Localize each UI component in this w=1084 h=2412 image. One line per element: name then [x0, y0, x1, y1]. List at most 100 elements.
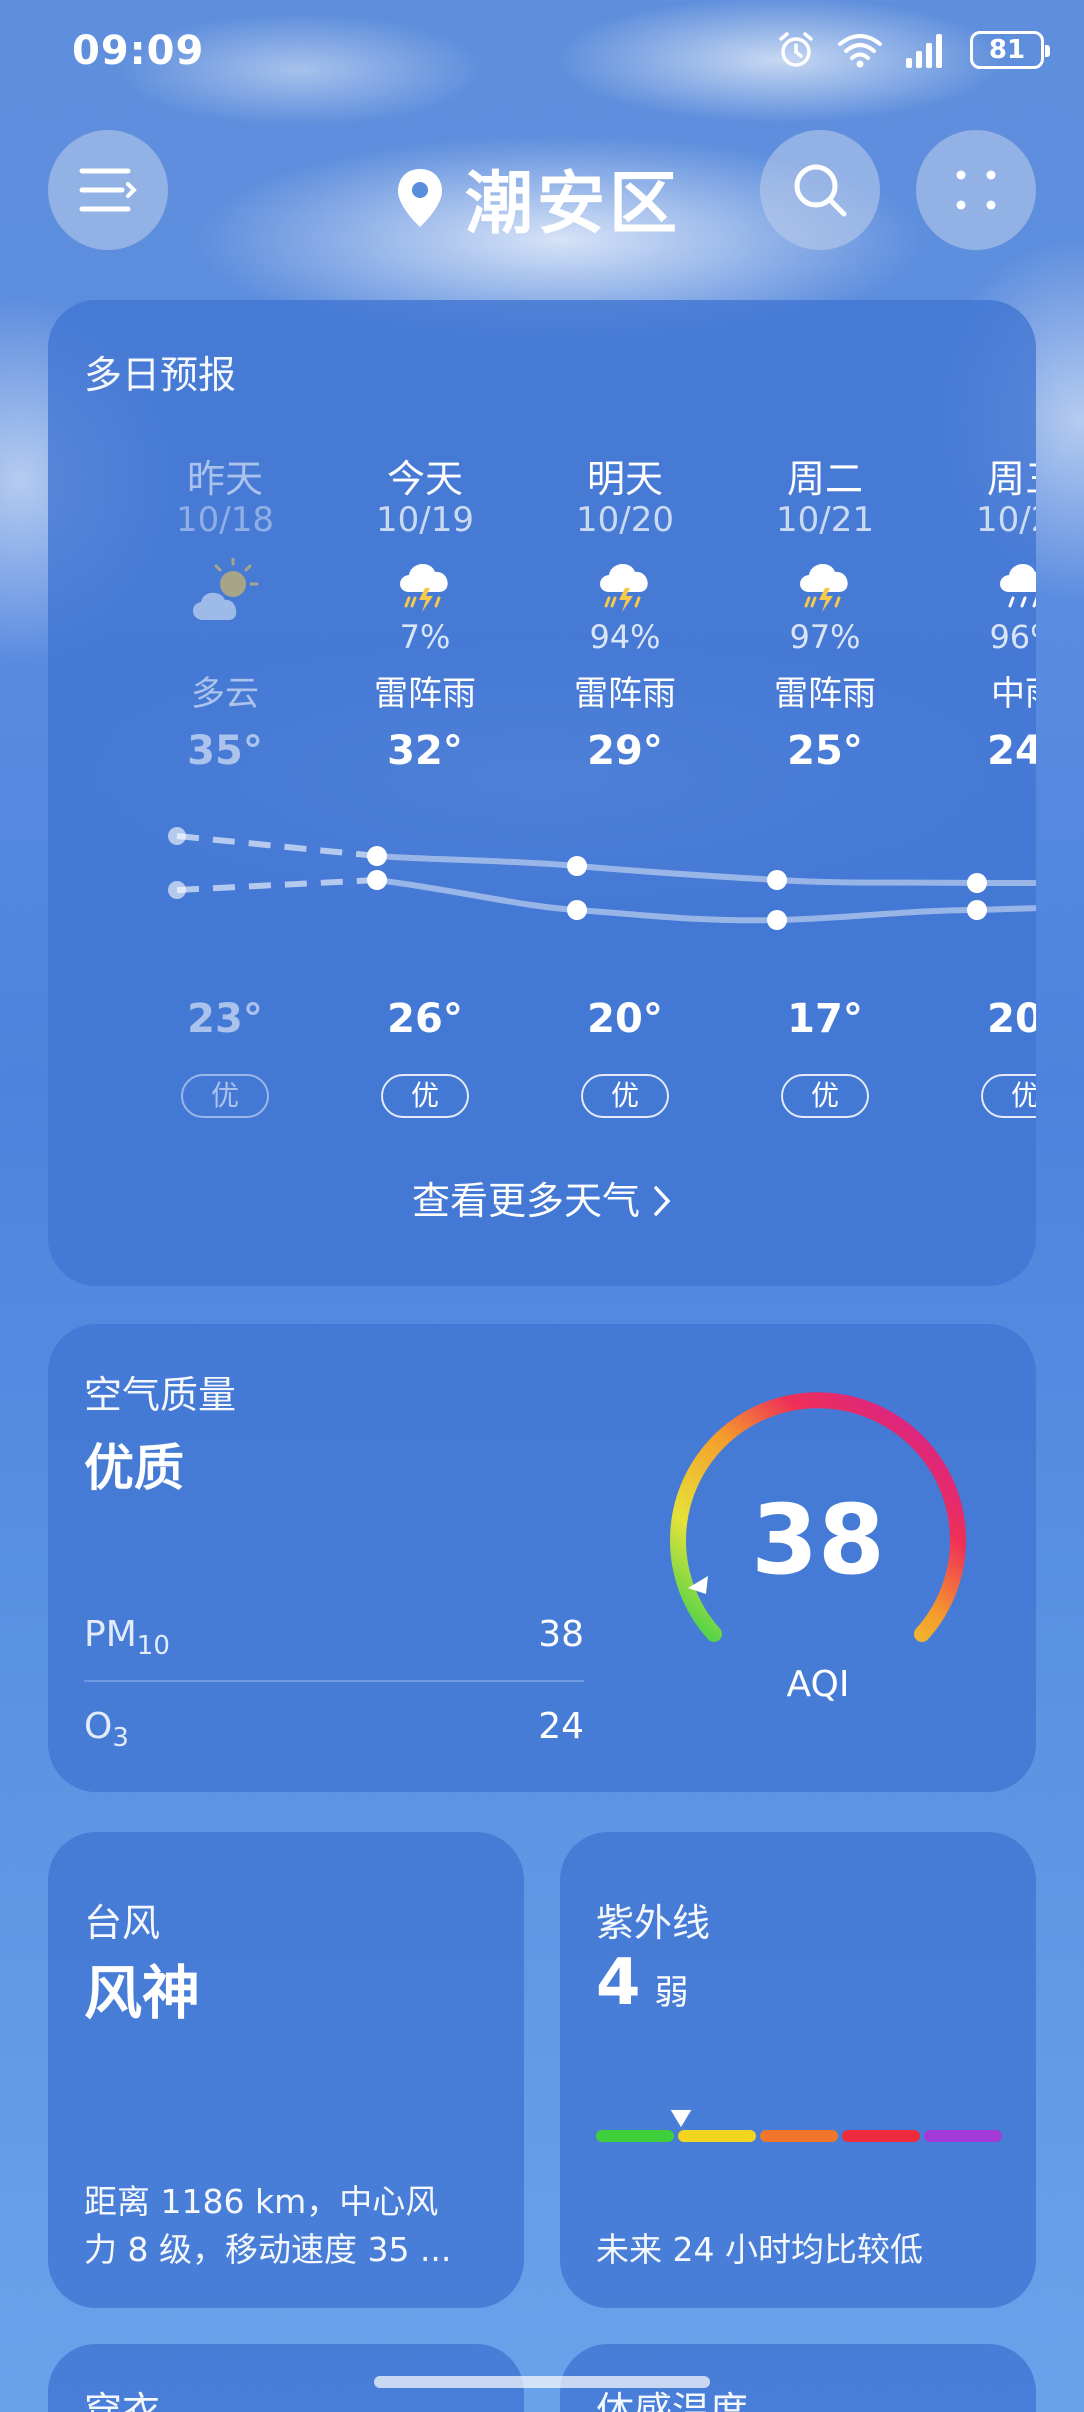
typhoon-title: 台风: [84, 1901, 161, 1945]
divider: [84, 1680, 584, 1682]
search-icon: [794, 164, 847, 217]
typhoon-card[interactable]: 台风 风神 距离 1186 km，中心风 力 8 级，移动速度 35 ...: [48, 1832, 524, 2308]
low-temp-point: [767, 910, 787, 930]
o3-row: O3 24: [84, 1706, 584, 1753]
forecast-condition: 雷阵雨: [374, 674, 476, 714]
status-icons: 81: [776, 30, 1050, 70]
air-quality-card[interactable]: 空气质量 优质 PM10 38 O3 24 38 AQI: [48, 1324, 1036, 1792]
forecast-precip: 94%: [589, 618, 661, 656]
forecast-date: 10/19: [376, 500, 474, 540]
forecast-aqi-badge: 优: [781, 1074, 869, 1118]
forecast-day-label: 昨天: [186, 457, 263, 501]
forecast-low: 20°: [987, 996, 1036, 1042]
more-weather-label: 查看更多天气: [411, 1179, 640, 1223]
low-temp-point: [168, 881, 186, 899]
forecast-date: 10/22: [976, 500, 1036, 540]
high-temp-trend-yesterday: [176, 833, 378, 859]
menu-button[interactable]: [48, 130, 168, 250]
forecast-high: 25°: [787, 728, 863, 774]
status-time: 09:09: [72, 28, 205, 74]
signal-icon: [906, 34, 942, 68]
forecast-title: 多日预报: [84, 353, 237, 397]
forecast-condition: 雷阵雨: [774, 674, 876, 714]
forecast-card: 多日预报 昨天 10/18 多云 35° 23° 优 今天 10/19 7% 雷…: [48, 300, 1036, 1286]
low-temp-trend-line: [376, 877, 1036, 924]
forecast-condition: 雷阵雨: [574, 674, 676, 714]
low-temp-point: [967, 900, 987, 920]
alarm-icon: [779, 32, 813, 67]
forecast-precip: 7%: [399, 618, 451, 656]
location-name: 潮安区: [465, 165, 682, 244]
forecast-high: 32°: [387, 728, 463, 774]
location-pin-icon: [398, 168, 442, 227]
status-bar: 09:09 81: [0, 0, 1084, 110]
forecast-high: 24°: [987, 728, 1036, 774]
o3-label: O3: [84, 1706, 129, 1754]
forecast-precip: 97%: [789, 618, 861, 656]
aqi-value: 38: [751, 1484, 885, 1596]
partly-cloudy-icon: [192, 558, 259, 620]
o3-value: 24: [538, 1706, 584, 1747]
high-temp-trend-line: [376, 853, 1036, 886]
uv-level: 弱: [654, 1973, 689, 2013]
more-weather-link[interactable]: 查看更多天气: [48, 1170, 1036, 1225]
dots-grid-icon: [956, 170, 996, 210]
uv-reading: 4 弱: [596, 1946, 689, 2020]
pm10-row: PM10 38: [84, 1614, 584, 1661]
uv-description: 未来 24 小时均比较低: [596, 2230, 923, 2269]
air-quality-level: 优质: [84, 1439, 184, 1497]
rain-icon: [1000, 564, 1036, 608]
forecast-low: 17°: [787, 996, 863, 1042]
uv-scale-segment: [760, 2130, 838, 2142]
top-bar: 潮安区: [0, 130, 1084, 250]
chevron-right-icon: [654, 1186, 671, 1216]
forecast-high: 35°: [187, 728, 263, 774]
forecast-aqi-badge: 优: [181, 1074, 269, 1118]
air-quality-title: 空气质量: [84, 1373, 237, 1417]
clothing-title: 穿衣: [84, 2389, 161, 2412]
uv-card[interactable]: 紫外线 4 弱 未来 24 小时均比较低: [560, 1832, 1036, 2308]
forecast-condition: 中雨: [991, 674, 1036, 714]
forecast-precip: 96%: [989, 618, 1036, 656]
typhoon-name: 风神: [84, 1959, 201, 2027]
high-temp-point: [367, 846, 387, 866]
uv-scale-bar: [596, 2130, 1002, 2142]
menu-icon: [79, 168, 137, 212]
high-temp-point: [567, 856, 587, 876]
home-indicator[interactable]: [374, 2376, 710, 2388]
high-temp-point: [168, 827, 186, 845]
forecast-date: 10/21: [776, 500, 874, 540]
more-options-button[interactable]: [916, 130, 1036, 250]
uv-pointer-icon: [667, 2108, 695, 2131]
forecast-low: 23°: [187, 996, 263, 1042]
uv-title: 紫外线: [596, 1901, 711, 1945]
forecast-date: 10/18: [176, 500, 274, 540]
aqi-label: AQI: [786, 1664, 850, 1705]
high-temp-point: [767, 870, 787, 890]
thunderstorm-icon: [400, 564, 448, 612]
uv-scale-segment: [842, 2130, 920, 2142]
forecast-day-label: 明天: [586, 457, 663, 501]
forecast-date: 10/20: [576, 500, 674, 540]
location-title[interactable]: 潮安区: [395, 148, 681, 247]
uv-scale-segment: [596, 2130, 674, 2142]
forecast-high: 29°: [587, 728, 663, 774]
forecast-condition: 多云: [191, 674, 259, 714]
battery-indicator: 81: [970, 31, 1050, 69]
thunderstorm-icon: [800, 564, 848, 612]
low-temp-trend-yesterday: [176, 877, 378, 893]
search-button[interactable]: [760, 130, 880, 250]
forecast-low: 20°: [587, 996, 663, 1042]
pm10-value: 38: [538, 1614, 584, 1655]
pm10-label: PM10: [84, 1614, 170, 1662]
uv-scale-segment: [924, 2130, 1002, 2142]
low-temp-point: [567, 900, 587, 920]
uv-value: 4: [596, 1946, 641, 2020]
forecast-day-label: 周二: [786, 457, 863, 501]
typhoon-description: 距离 1186 km，中心风 力 8 级，移动速度 35 ...: [84, 2182, 452, 2269]
forecast-low: 26°: [387, 996, 463, 1042]
forecast-day-label: 周三: [986, 457, 1036, 501]
thunderstorm-icon: [600, 564, 648, 612]
forecast-day-label: 今天: [386, 457, 463, 501]
forecast-aqi-badge: 优: [581, 1074, 669, 1118]
